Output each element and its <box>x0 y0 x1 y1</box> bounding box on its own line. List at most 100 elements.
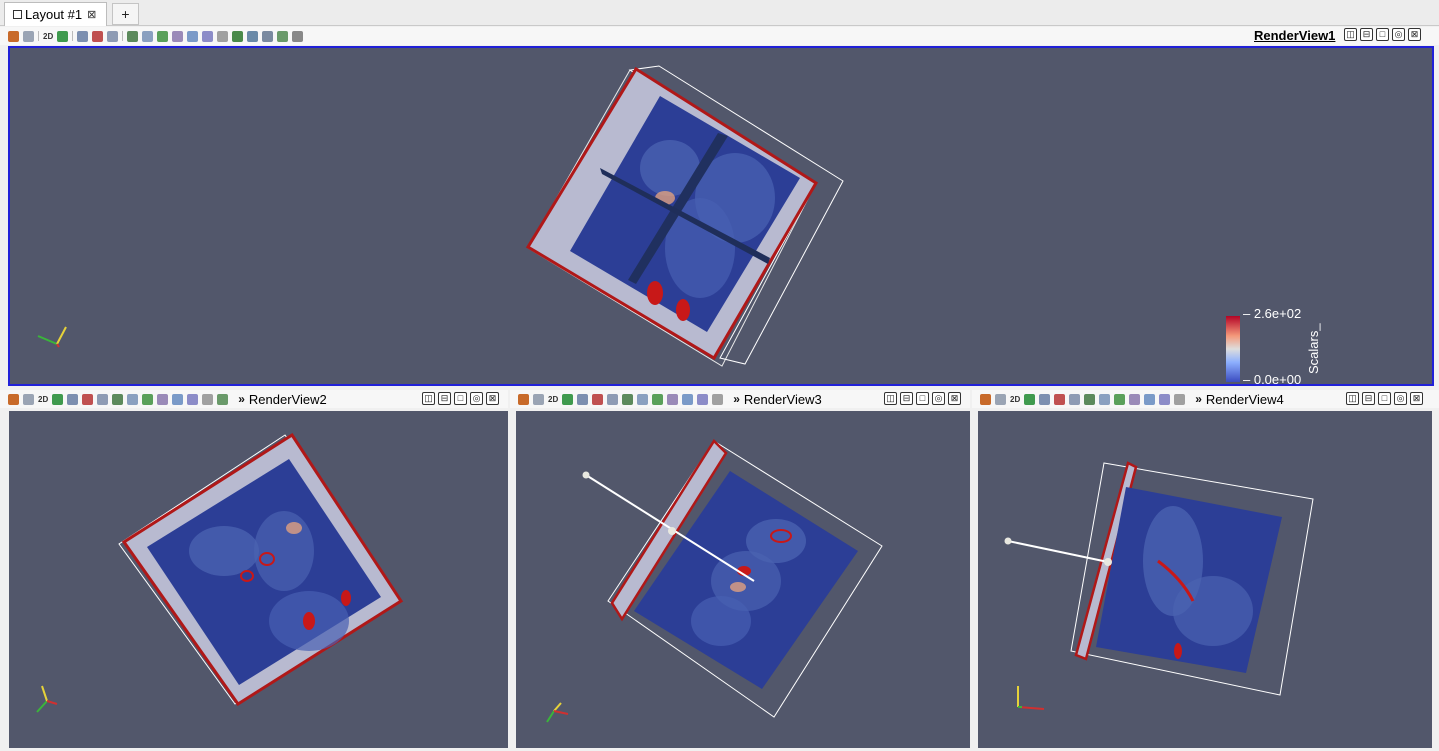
camera-link-icon[interactable] <box>980 393 991 405</box>
hover-cells-icon[interactable] <box>667 393 679 405</box>
select-block-icon[interactable] <box>112 393 124 405</box>
render-view-1[interactable]: – 2.6e+02 – 0.0e+00 Scalars_ <box>8 46 1434 386</box>
maximize-icon[interactable]: □ <box>1378 392 1391 405</box>
select-cells-icon[interactable] <box>1039 393 1051 405</box>
maximize-icon[interactable]: □ <box>916 392 929 405</box>
toolbar-overflow-chevron[interactable]: » <box>1195 392 1202 406</box>
hover-points-icon[interactable] <box>157 30 169 42</box>
select-block-icon[interactable] <box>127 30 139 42</box>
interactive-select-icon[interactable] <box>127 393 139 405</box>
interactive-select-icon[interactable] <box>1099 393 1111 405</box>
plot-selection-icon[interactable] <box>247 30 259 42</box>
close-view-icon[interactable]: ⊠ <box>486 392 499 405</box>
find-data-icon[interactable] <box>712 393 724 405</box>
restore-icon[interactable]: ◎ <box>1394 392 1407 405</box>
view3-title[interactable]: RenderView3 <box>744 392 822 407</box>
hover-points-icon[interactable] <box>1114 393 1126 405</box>
line-widget-handle[interactable] <box>668 527 676 535</box>
close-view-icon[interactable]: ⊠ <box>948 392 961 405</box>
grow-selection-icon[interactable] <box>1144 393 1156 405</box>
find-data-icon[interactable] <box>202 393 214 405</box>
render-view-3[interactable] <box>516 411 970 748</box>
split-horizontal-icon[interactable]: ◫ <box>422 392 435 405</box>
close-tab-icon[interactable]: ⊠ <box>87 8 96 21</box>
grow-selection-icon[interactable] <box>172 393 184 405</box>
find-data-icon[interactable] <box>217 30 229 42</box>
split-horizontal-icon[interactable]: ◫ <box>1346 392 1359 405</box>
split-vertical-icon[interactable]: ⊟ <box>1360 28 1373 41</box>
query-icon[interactable] <box>262 30 274 42</box>
2d-toggle-button[interactable]: 2D <box>548 395 558 404</box>
camera-link-icon[interactable] <box>518 393 529 405</box>
find-data-icon[interactable] <box>1174 393 1186 405</box>
split-vertical-icon[interactable]: ⊟ <box>438 392 451 405</box>
hover-cells-icon[interactable] <box>1129 393 1141 405</box>
select-points-icon[interactable] <box>1054 393 1066 405</box>
close-view-icon[interactable]: ⊠ <box>1410 392 1423 405</box>
extract-selection-icon[interactable] <box>232 30 244 42</box>
hover-cells-icon[interactable] <box>157 393 169 405</box>
split-vertical-icon[interactable]: ⊟ <box>1362 392 1375 405</box>
select-frustum-icon[interactable] <box>107 30 119 42</box>
view1-title[interactable]: RenderView1 <box>1254 28 1335 43</box>
select-block-icon[interactable] <box>1084 393 1096 405</box>
camera-undo-icon[interactable] <box>533 393 544 405</box>
view2-title[interactable]: RenderView2 <box>249 392 327 407</box>
maximize-icon[interactable]: □ <box>1376 28 1389 41</box>
select-block-icon[interactable] <box>622 393 634 405</box>
restore-icon[interactable]: ◎ <box>470 392 483 405</box>
camera-link-icon[interactable] <box>8 393 19 405</box>
render-view-2[interactable] <box>9 411 508 748</box>
capture-icon[interactable] <box>1024 393 1036 405</box>
line-widget[interactable] <box>1007 540 1109 563</box>
toolbar-overflow-chevron[interactable]: » <box>238 392 245 406</box>
view4-title[interactable]: RenderView4 <box>1206 392 1284 407</box>
close-view-icon[interactable]: ⊠ <box>1408 28 1421 41</box>
select-frustum-icon[interactable] <box>1069 393 1081 405</box>
capture-icon[interactable] <box>57 30 69 42</box>
scalar-color-bar[interactable] <box>1226 316 1240 382</box>
2d-toggle-button[interactable]: 2D <box>43 32 53 41</box>
render-view-4[interactable] <box>978 411 1432 748</box>
hover-points-icon[interactable] <box>142 393 154 405</box>
split-horizontal-icon[interactable]: ◫ <box>884 392 897 405</box>
grow-selection-icon[interactable] <box>682 393 694 405</box>
select-points-icon[interactable] <box>82 393 94 405</box>
select-cells-icon[interactable] <box>577 393 589 405</box>
line-widget-handle[interactable] <box>1004 537 1012 545</box>
line-widget-handle[interactable] <box>582 471 590 479</box>
shrink-selection-icon[interactable] <box>697 393 709 405</box>
select-points-icon[interactable] <box>92 30 104 42</box>
capture-icon[interactable] <box>52 393 64 405</box>
tab-layout-1[interactable]: Layout #1 ⊠ <box>4 2 107 26</box>
hover-cells-icon[interactable] <box>172 30 184 42</box>
line-widget-handle[interactable] <box>1104 558 1112 566</box>
camera-undo-icon[interactable] <box>23 30 34 42</box>
select-points-icon[interactable] <box>592 393 604 405</box>
shrink-selection-icon[interactable] <box>1159 393 1171 405</box>
select-frustum-icon[interactable] <box>607 393 619 405</box>
eyedropper-icon[interactable] <box>217 393 229 405</box>
restore-icon[interactable]: ◎ <box>932 392 945 405</box>
capture-icon[interactable] <box>562 393 574 405</box>
shrink-selection-icon[interactable] <box>202 30 214 42</box>
grow-selection-icon[interactable] <box>187 30 199 42</box>
clear-selection-icon[interactable] <box>292 30 304 42</box>
camera-undo-icon[interactable] <box>23 393 34 405</box>
maximize-icon[interactable]: □ <box>454 392 467 405</box>
interactive-select-icon[interactable] <box>142 30 154 42</box>
toolbar-overflow-chevron[interactable]: » <box>733 392 740 406</box>
2d-toggle-button[interactable]: 2D <box>1010 395 1020 404</box>
shrink-selection-icon[interactable] <box>187 393 199 405</box>
select-cells-icon[interactable] <box>77 30 89 42</box>
split-vertical-icon[interactable]: ⊟ <box>900 392 913 405</box>
split-horizontal-icon[interactable]: ◫ <box>1344 28 1357 41</box>
add-tab-button[interactable]: + <box>112 3 139 25</box>
restore-icon[interactable]: ◎ <box>1392 28 1405 41</box>
2d-toggle-button[interactable]: 2D <box>38 395 48 404</box>
select-cells-icon[interactable] <box>67 393 79 405</box>
eyedropper-icon[interactable] <box>277 30 289 42</box>
camera-undo-icon[interactable] <box>995 393 1006 405</box>
interactive-select-icon[interactable] <box>637 393 649 405</box>
hover-points-icon[interactable] <box>652 393 664 405</box>
